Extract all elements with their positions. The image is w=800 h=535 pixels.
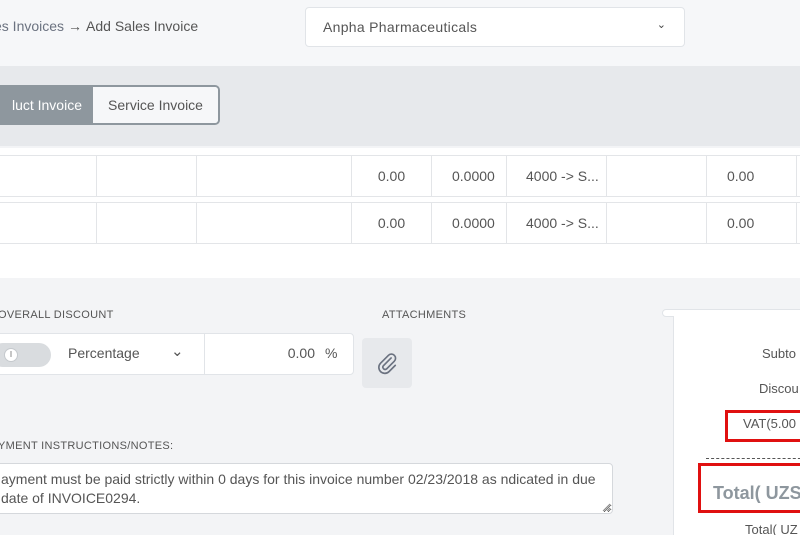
attach-file-button[interactable] [362, 338, 412, 388]
overall-discount-label: OVERALL DISCOUNT [0, 309, 114, 321]
breadcrumb-parent-link[interactable]: es Invoices [0, 18, 64, 34]
overall-discount-field: ‖ Percentage ⌄ 0.00 % [0, 333, 354, 375]
qty-cell[interactable]: 0.00 [352, 156, 432, 196]
notes-textarea[interactable]: ayment must be paid strictly within 0 da… [0, 463, 613, 514]
unit-cell[interactable] [197, 156, 352, 196]
vat-highlight-box [725, 410, 800, 442]
attachments-label: ATTACHMENTS [382, 309, 467, 321]
total-label: Total( UZS [713, 483, 800, 503]
discount-type-select[interactable]: Percentage [68, 345, 140, 361]
tab-product-invoice[interactable]: luct Invoice [0, 87, 92, 123]
rate-cell[interactable]: 0.0000 [432, 203, 507, 243]
summary-divider [706, 458, 800, 459]
invoice-type-toggle: luct Invoice Service Invoice [0, 85, 220, 125]
paperclip-icon [378, 353, 397, 375]
invoice-type-band: luct Invoice Service Invoice [0, 66, 800, 146]
tab-service-invoice[interactable]: Service Invoice [92, 87, 218, 123]
discount-summary-label: Discou [759, 381, 799, 396]
qty-cell[interactable]: 0.00 [352, 203, 432, 243]
company-select-value: Anpha Pharmaceuticals [323, 19, 478, 35]
item-cell[interactable] [0, 156, 97, 196]
unit-cell[interactable] [197, 203, 352, 243]
discount-unit: % [325, 345, 338, 361]
description-cell[interactable] [97, 203, 197, 243]
account-cell[interactable]: 4000 -> S... [507, 203, 607, 243]
tax-cell[interactable] [607, 156, 707, 196]
line-items-table: 0.00 0.0000 4000 -> S... 0.00 0.00 0.000… [0, 148, 800, 278]
tax-cell[interactable] [607, 203, 707, 243]
table-row: 0.00 0.0000 4000 -> S... 0.00 [0, 202, 800, 244]
amount-cell: 0.00 [707, 203, 797, 243]
item-cell[interactable] [0, 203, 97, 243]
subtotal-label: Subto [762, 346, 796, 361]
resize-grip-icon[interactable] [601, 502, 611, 512]
toggle-knob-icon: ‖ [4, 348, 18, 362]
breadcrumb-current: Add Sales Invoice [86, 18, 199, 34]
top-bar: es Invoices → Add Sales Invoice Anpha Phar… [0, 0, 800, 66]
amount-cell: 0.00 [707, 156, 797, 196]
discount-value-input[interactable]: 0.00 [211, 345, 315, 361]
rate-cell[interactable]: 0.0000 [432, 156, 507, 196]
discount-toggle[interactable]: ‖ [0, 343, 51, 367]
table-row: 0.00 0.0000 4000 -> S... 0.00 [0, 155, 800, 197]
breadcrumb: es Invoices → Add Sales Invoice [0, 18, 198, 34]
notes-label: YMENT INSTRUCTIONS/NOTES: [0, 440, 174, 452]
account-cell[interactable]: 4000 -> S... [507, 156, 607, 196]
company-select[interactable]: Anpha Pharmaceuticals ⌄ [305, 7, 685, 47]
chevron-down-icon: ⌄ [656, 19, 666, 31]
total-bottom-label: Total( UZ [745, 522, 798, 535]
description-cell[interactable] [97, 156, 197, 196]
chevron-down-icon[interactable]: ⌄ [171, 342, 184, 360]
divider [204, 334, 205, 374]
arrow-right-icon: → [68, 18, 83, 34]
